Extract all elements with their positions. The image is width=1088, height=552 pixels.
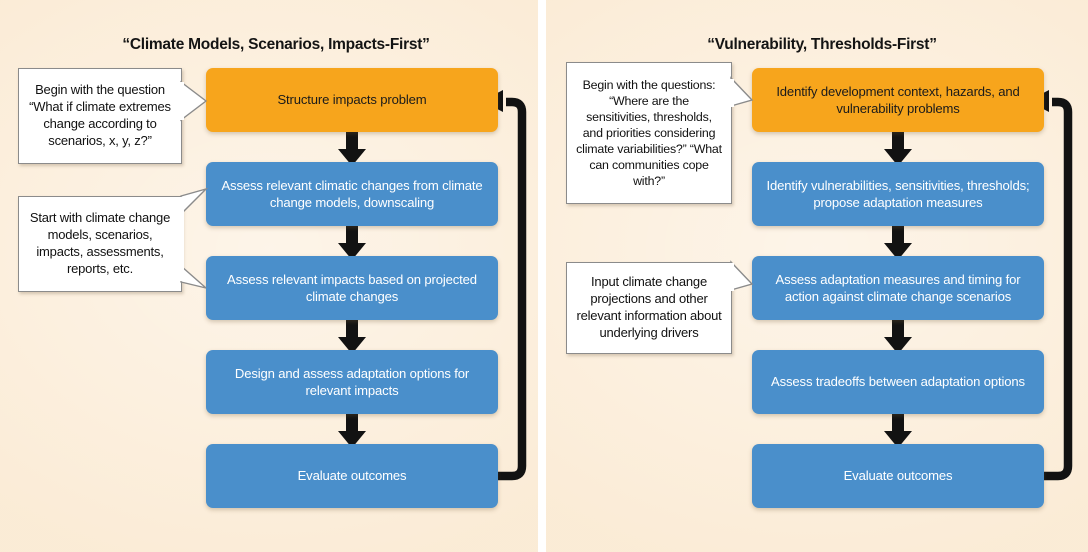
arrow-down-4 xyxy=(338,413,366,448)
step-label: Identify vulnerabilities, sensitivities,… xyxy=(766,177,1030,210)
step-box-5[interactable]: Evaluate outcomes xyxy=(206,444,498,508)
arrow-down-2 xyxy=(884,225,912,260)
arrow-down-3 xyxy=(338,319,366,354)
step-box-4[interactable]: Design and assess adaptation options for… xyxy=(206,350,498,414)
callout-tail-icon-1 xyxy=(180,80,208,122)
step-label: Evaluate outcomes xyxy=(297,468,407,484)
step-box-2[interactable]: Assess relevant climatic changes from cl… xyxy=(206,162,498,226)
callout-note-2: Input climate change projections and oth… xyxy=(566,262,732,354)
callout-note-2: Start with climate change models, scenar… xyxy=(18,196,182,292)
arrow-down-1 xyxy=(884,131,912,166)
step-box-5[interactable]: Evaluate outcomes xyxy=(752,444,1044,508)
callout-note-1: Begin with the question “What if climate… xyxy=(18,68,182,164)
step-label: Assess adaptation measures and timing fo… xyxy=(775,271,1021,304)
arrow-down-3 xyxy=(884,319,912,354)
step-label: Assess tradeoffs between adaptation opti… xyxy=(771,374,1025,390)
step-label: Evaluate outcomes xyxy=(843,468,953,484)
callout-note-text: Input climate change projections and oth… xyxy=(576,274,722,340)
step-label: Assess relevant impacts based on project… xyxy=(227,271,477,304)
step-box-2[interactable]: Identify vulnerabilities, sensitivities,… xyxy=(752,162,1044,226)
step-box-3[interactable]: Assess adaptation measures and timing fo… xyxy=(752,256,1044,320)
step-box-1[interactable]: Structure impacts problem xyxy=(206,68,498,132)
feedback-loop-arrow xyxy=(498,97,527,481)
step-label: Design and assess adaptation options for… xyxy=(234,365,470,398)
callout-tail-icon-1 xyxy=(730,76,754,107)
figure-root: “Climate Models, Scenarios, Impacts-Firs… xyxy=(0,0,1088,552)
panel-vulnerability-first: “Vulnerability, Thresholds-First” Identi… xyxy=(546,0,1088,552)
step-box-1[interactable]: Identify development context, hazards, a… xyxy=(752,68,1044,132)
panel-title: “Vulnerability, Thresholds-First” xyxy=(707,36,937,53)
arrow-down-2 xyxy=(338,225,366,260)
callout-tail-icon-2a xyxy=(180,187,209,216)
panel-impacts-first: “Climate Models, Scenarios, Impacts-Firs… xyxy=(0,0,538,552)
panel-title: “Climate Models, Scenarios, Impacts-Firs… xyxy=(122,36,430,53)
step-label: Assess relevant climatic changes from cl… xyxy=(221,177,483,210)
step-box-3[interactable]: Assess relevant impacts based on project… xyxy=(206,256,498,320)
callout-note-text: Begin with the questions: “Where are the… xyxy=(576,77,722,189)
step-label: Identify development context, hazards, a… xyxy=(776,83,1020,116)
step-box-4[interactable]: Assess tradeoffs between adaptation opti… xyxy=(752,350,1044,414)
arrow-down-1 xyxy=(338,131,366,166)
callout-note-text: Start with climate change models, scenar… xyxy=(29,210,171,276)
callout-tail-icon-2 xyxy=(730,260,754,291)
feedback-loop-arrow xyxy=(1044,97,1073,481)
callout-note-1: Begin with the questions: “Where are the… xyxy=(566,62,732,204)
callout-tail-icon-2b xyxy=(180,264,207,289)
callout-note-text: Begin with the question “What if climate… xyxy=(29,82,171,148)
arrow-down-4 xyxy=(884,413,912,448)
step-label: Structure impacts problem xyxy=(277,92,427,108)
